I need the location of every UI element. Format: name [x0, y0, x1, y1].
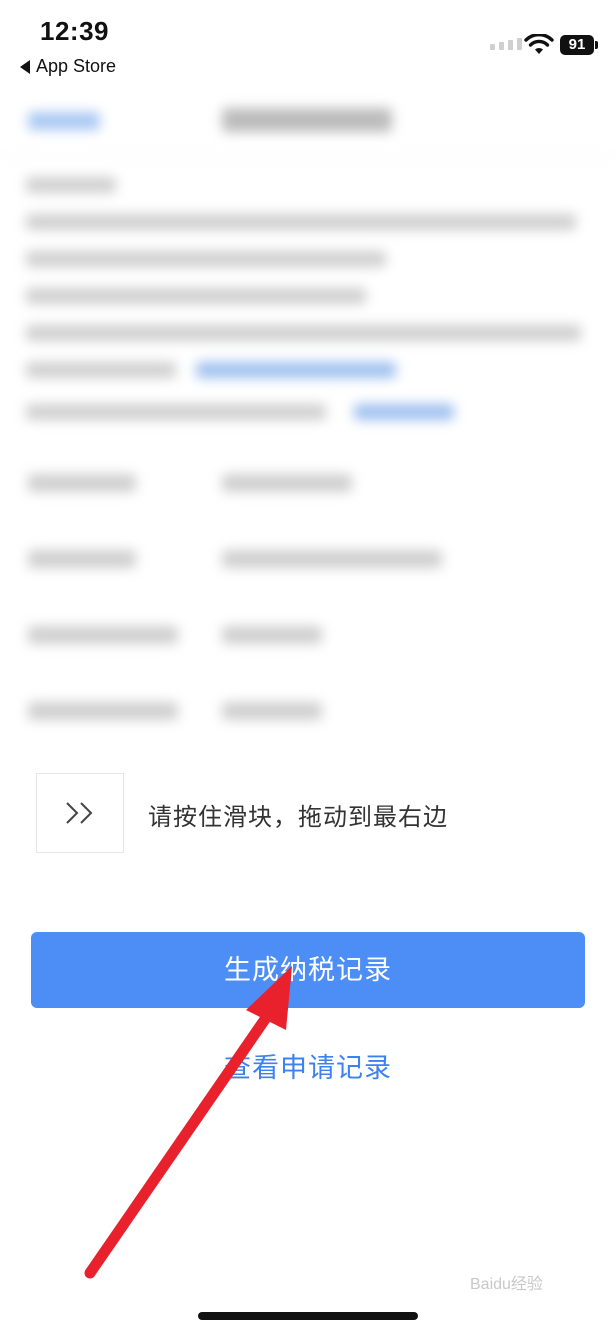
blurred-form-row — [0, 674, 616, 750]
baidu-watermark: Baidu经验 — [470, 1276, 543, 1293]
status-time: 12:39 — [40, 16, 109, 46]
slider-instruction: 请按住滑块，拖动到最右边 — [148, 804, 448, 831]
double-chevron-right-icon — [66, 802, 93, 824]
blurred-nav-bar — [0, 90, 616, 157]
blurred-content — [0, 90, 616, 730]
back-triangle-icon — [20, 59, 30, 74]
back-app-label: App Store — [36, 56, 117, 76]
blurred-form-row — [0, 598, 616, 674]
blurred-form-row — [0, 522, 616, 598]
blurred-notice-text — [0, 157, 616, 446]
view-application-records-link[interactable]: 查看申请记录 — [0, 1046, 616, 1085]
home-indicator[interactable] — [198, 1312, 418, 1320]
slider-handle[interactable] — [36, 773, 124, 853]
status-bar: 12:39 App Store 91 — [0, 0, 616, 90]
cellular-signal-icon — [490, 38, 522, 50]
battery-level: 91 — [568, 36, 586, 53]
wifi-icon — [524, 34, 554, 54]
slide-verify[interactable]: 请按住滑块，拖动到最右边 — [36, 773, 586, 853]
battery-icon: 91 — [560, 35, 598, 55]
blurred-form-row — [0, 446, 616, 522]
generate-tax-record-button[interactable]: 生成纳税记录 — [31, 932, 585, 1008]
back-to-app-store[interactable]: App Store — [20, 56, 116, 77]
